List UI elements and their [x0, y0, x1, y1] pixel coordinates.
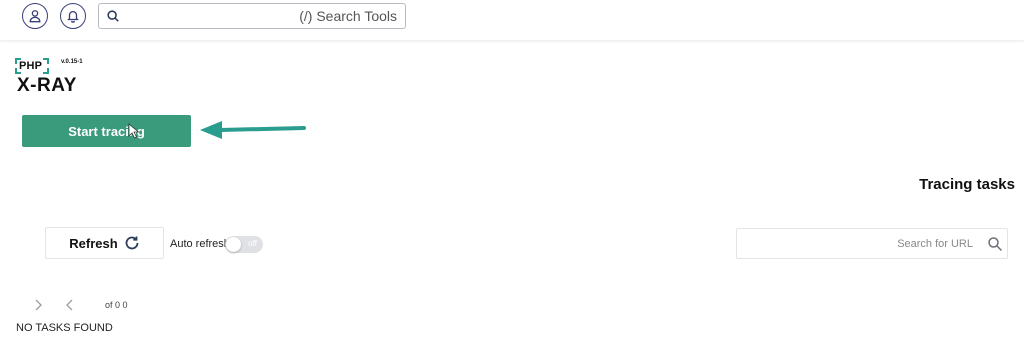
pagination-info: of 0 0	[105, 300, 128, 310]
refresh-icon	[125, 236, 139, 250]
start-tracing-button[interactable]: Start tracing	[22, 115, 191, 147]
logo-xray-text: X-RAY	[17, 75, 77, 96]
url-search	[736, 228, 1008, 259]
tools-search	[98, 3, 406, 29]
version-label: v.0.15-1	[61, 59, 83, 65]
php-xray-logo: PHP v.0.15-1 X-RAY	[15, 58, 95, 98]
chevron-right-icon[interactable]	[32, 298, 44, 312]
toggle-state-text: off	[248, 239, 257, 248]
toggle-knob	[226, 237, 241, 252]
auto-refresh-toggle[interactable]: off	[225, 236, 263, 253]
mouse-cursor-icon	[128, 123, 140, 139]
logo-bracket	[43, 68, 49, 74]
logo-php-text: PHP	[19, 60, 43, 72]
empty-state-message: NO TASKS FOUND	[16, 322, 113, 334]
tracing-tasks-heading: Tracing tasks	[919, 176, 1015, 193]
search-icon[interactable]	[987, 236, 1003, 252]
refresh-button[interactable]: Refresh	[45, 227, 164, 259]
top-bar	[0, 0, 1024, 40]
search-icon	[107, 10, 119, 22]
chevron-left-icon[interactable]	[64, 298, 76, 312]
bell-icon	[67, 10, 79, 23]
notifications-button[interactable]	[60, 3, 86, 29]
url-search-input[interactable]	[737, 229, 1007, 258]
tools-search-input[interactable]	[99, 4, 405, 28]
auto-refresh-label: Auto refresh	[170, 238, 230, 250]
pointer-arrow-icon	[200, 121, 306, 139]
user-icon	[29, 10, 41, 23]
logo-bracket	[43, 58, 49, 64]
refresh-label: Refresh	[69, 235, 118, 251]
user-button[interactable]	[22, 3, 48, 29]
